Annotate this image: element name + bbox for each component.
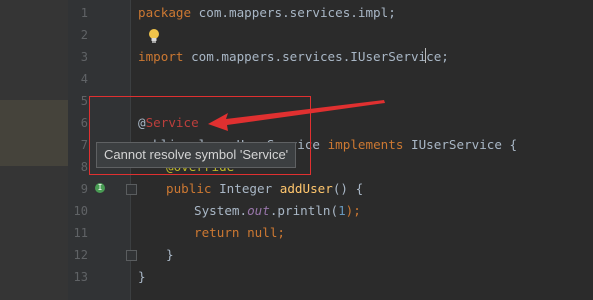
annotation-arrow bbox=[208, 100, 385, 131]
